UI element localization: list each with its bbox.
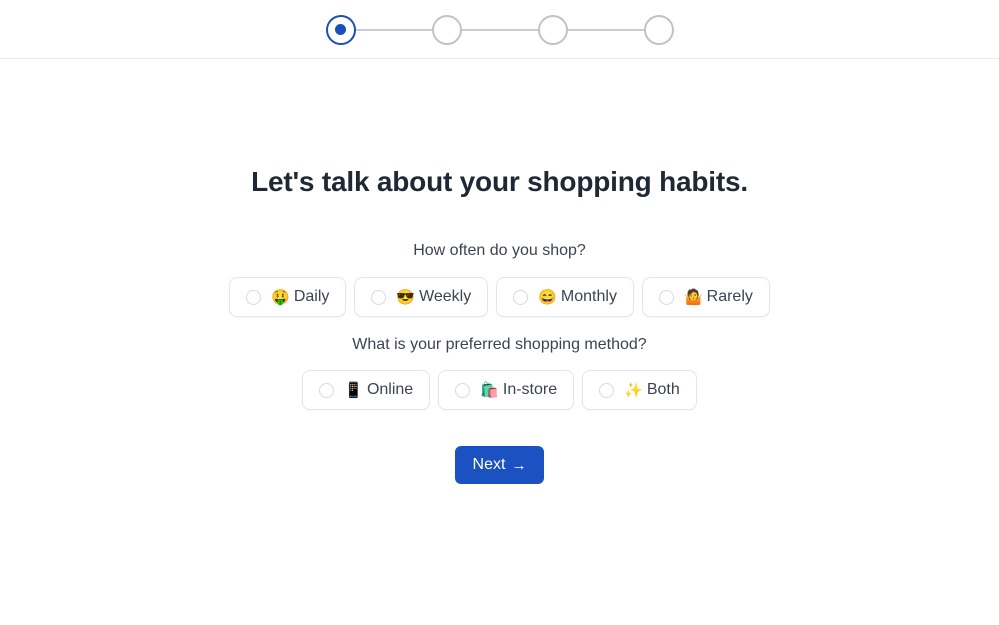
radio-in-store[interactable]	[455, 382, 471, 398]
option-rarely-label: Rarely	[706, 288, 753, 305]
stepper-step-3-dot	[547, 24, 558, 35]
option-weekly[interactable]: 😎 Weekly	[354, 277, 489, 317]
option-in-store-content: 🛍️ In-store	[480, 381, 557, 399]
stepper-step-4-dot	[653, 24, 664, 35]
page-title: Let's talk about your shopping habits.	[251, 166, 748, 197]
stepper-step-2-dot	[441, 24, 452, 35]
radio-daily[interactable]	[246, 289, 262, 305]
option-rarely-content: 🤷 Rarely	[684, 288, 753, 306]
mobile-phone-emoji: 📱	[344, 381, 363, 399]
option-weekly-label: Weekly	[419, 288, 472, 305]
option-in-store[interactable]: 🛍️ In-store	[438, 370, 575, 410]
option-monthly-label: Monthly	[560, 288, 617, 305]
option-both-label: Both	[646, 381, 680, 398]
option-daily-content: 🤑 Daily	[271, 288, 329, 306]
shrug-emoji: 🤷	[683, 288, 703, 306]
option-rarely[interactable]: 🤷 Rarely	[641, 277, 770, 317]
radio-both[interactable]	[599, 382, 615, 398]
stepper-step-2[interactable]	[431, 14, 462, 45]
progress-stepper	[325, 14, 674, 45]
radio-monthly[interactable]	[513, 289, 529, 305]
arrow-right-icon: →	[511, 456, 527, 474]
stepper-step-1-dot	[335, 24, 346, 35]
stepper-connector-2	[461, 28, 538, 31]
stepper-step-1[interactable]	[325, 14, 356, 45]
question-1-options: 🤑 Daily 😎 Weekly 😄 Monthly 🤷 Rarely	[0, 277, 999, 317]
question-1-label: How often do you shop?	[413, 242, 586, 259]
survey-content: Let's talk about your shopping habits. H…	[0, 59, 999, 625]
option-monthly[interactable]: 😄 Monthly	[496, 277, 634, 317]
shopping-bags-emoji: 🛍️	[480, 381, 499, 399]
radio-online[interactable]	[319, 382, 335, 398]
stepper-connector-1	[355, 28, 432, 31]
stepper-step-4[interactable]	[643, 14, 674, 45]
money-mouth-face-emoji: 🤑	[271, 288, 290, 306]
option-online[interactable]: 📱 Online	[302, 370, 431, 410]
option-monthly-content: 😄 Monthly	[538, 288, 617, 306]
question-2-label: What is your preferred shopping method?	[352, 336, 647, 353]
next-button-label: Next	[472, 456, 506, 473]
option-online-label: Online	[366, 381, 414, 398]
option-online-content: 📱 Online	[344, 381, 413, 399]
option-daily[interactable]: 🤑 Daily	[229, 277, 347, 317]
option-daily-label: Daily	[293, 288, 330, 305]
option-both-content: ✨ Both	[624, 381, 680, 399]
next-button[interactable]: Next →	[454, 446, 545, 484]
question-2-options: 📱 Online 🛍️ In-store ✨ Both	[0, 370, 999, 410]
radio-rarely[interactable]	[658, 289, 674, 305]
stepper-step-3[interactable]	[537, 14, 568, 45]
grinning-face-emoji: 😄	[538, 288, 557, 306]
option-in-store-label: In-store	[502, 381, 558, 398]
progress-stepper-bar	[0, 0, 999, 59]
next-button-container: Next →	[0, 446, 999, 484]
stepper-connector-3	[567, 28, 644, 31]
option-both[interactable]: ✨ Both	[582, 370, 697, 410]
option-weekly-content: 😎 Weekly	[396, 288, 471, 306]
radio-weekly[interactable]	[371, 289, 387, 305]
sunglasses-face-emoji: 😎	[396, 288, 416, 306]
sparkles-emoji: ✨	[624, 381, 643, 399]
